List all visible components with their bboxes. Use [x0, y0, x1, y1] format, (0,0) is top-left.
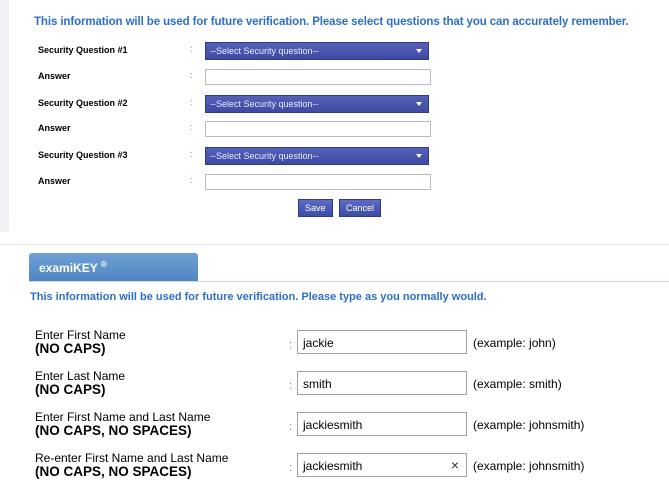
registered-mark: ®	[100, 260, 107, 269]
security-question-3-row: Security Question #3 : --Select Security…	[38, 147, 438, 167]
security-intro-text: This information will be used for future…	[34, 16, 629, 28]
confirm-full-name-example: (example: johnsmith)	[473, 459, 585, 473]
colon: :	[289, 380, 293, 392]
last-name-label: Enter Last Name	[35, 369, 126, 383]
last-name-input[interactable]: smith	[297, 371, 467, 395]
colon: :	[190, 122, 193, 132]
tab-examikey[interactable]: examiKEY ®	[29, 253, 198, 281]
save-button[interactable]: Save	[298, 199, 333, 217]
confirm-full-name-value: jackiesmith	[303, 459, 363, 473]
tab-examikey-label: examiKEY	[39, 261, 98, 275]
last-name-note: (NO CAPS)	[35, 382, 106, 397]
colon: :	[190, 70, 193, 80]
last-name-example: (example: smith)	[473, 377, 562, 391]
chevron-down-icon	[416, 49, 422, 53]
security-question-3-select[interactable]: --Select Security question--	[205, 147, 429, 165]
security-question-1-row: Security Question #1 : --Select Security…	[38, 42, 438, 62]
confirm-full-name-row: Re-enter First Name and Last Name (NO CA…	[35, 451, 655, 491]
first-name-input[interactable]: jackie	[297, 330, 467, 354]
colon: :	[289, 339, 293, 351]
answer-1-row: Answer :	[38, 68, 438, 88]
confirm-full-name-label: Re-enter First Name and Last Name	[35, 451, 229, 465]
security-question-2-value: --Select Security question--	[210, 99, 319, 109]
security-question-1-value: --Select Security question--	[210, 46, 319, 56]
full-name-value: jackiesmith	[303, 418, 363, 432]
first-name-label: Enter First Name	[35, 328, 126, 342]
colon: :	[289, 421, 293, 433]
colon: :	[190, 97, 193, 107]
security-question-2-select[interactable]: --Select Security question--	[205, 95, 429, 113]
examikey-intro-text: This information will be used for future…	[30, 291, 487, 303]
examikey-tabbar: examiKEY ®	[29, 253, 669, 282]
colon: :	[190, 149, 193, 159]
security-question-2-label: Security Question #2	[38, 98, 128, 108]
security-question-3-label: Security Question #3	[38, 150, 128, 160]
first-name-row: Enter First Name (NO CAPS) : jackie (exa…	[35, 328, 655, 368]
colon: :	[190, 175, 193, 185]
full-name-input[interactable]: jackiesmith	[297, 412, 467, 436]
first-name-example: (example: john)	[473, 336, 556, 350]
answer-2-row: Answer :	[38, 120, 438, 140]
full-name-row: Enter First Name and Last Name (NO CAPS,…	[35, 410, 655, 450]
full-name-example: (example: johnsmith)	[473, 418, 585, 432]
security-question-3-value: --Select Security question--	[210, 151, 319, 161]
full-name-note: (NO CAPS, NO SPACES)	[35, 423, 192, 438]
first-name-value: jackie	[303, 336, 334, 350]
last-name-row: Enter Last Name (NO CAPS) : smith (examp…	[35, 369, 655, 409]
cancel-button[interactable]: Cancel	[339, 199, 382, 217]
colon: :	[190, 44, 193, 54]
answer-2-label: Answer	[38, 123, 71, 133]
security-question-2-row: Security Question #2 : --Select Security…	[38, 95, 438, 115]
answer-2-input[interactable]	[205, 121, 431, 137]
answer-3-label: Answer	[38, 176, 71, 186]
full-name-label: Enter First Name and Last Name	[35, 410, 211, 424]
answer-3-input[interactable]	[205, 174, 431, 190]
security-question-1-label: Security Question #1	[38, 45, 128, 55]
answer-1-input[interactable]	[205, 69, 431, 85]
last-name-value: smith	[303, 377, 332, 391]
answer-3-row: Answer :	[38, 173, 438, 193]
answer-1-label: Answer	[38, 71, 71, 81]
colon: :	[289, 462, 293, 474]
confirm-full-name-note: (NO CAPS, NO SPACES)	[35, 464, 192, 479]
section-divider	[0, 244, 669, 245]
chevron-down-icon	[416, 102, 422, 106]
first-name-note: (NO CAPS)	[35, 341, 106, 356]
security-questions-panel	[0, 0, 669, 232]
confirm-full-name-input[interactable]: jackiesmith ×	[297, 453, 467, 477]
security-question-1-select[interactable]: --Select Security question--	[205, 42, 429, 60]
clear-icon[interactable]: ×	[451, 457, 459, 473]
chevron-down-icon	[416, 154, 422, 158]
